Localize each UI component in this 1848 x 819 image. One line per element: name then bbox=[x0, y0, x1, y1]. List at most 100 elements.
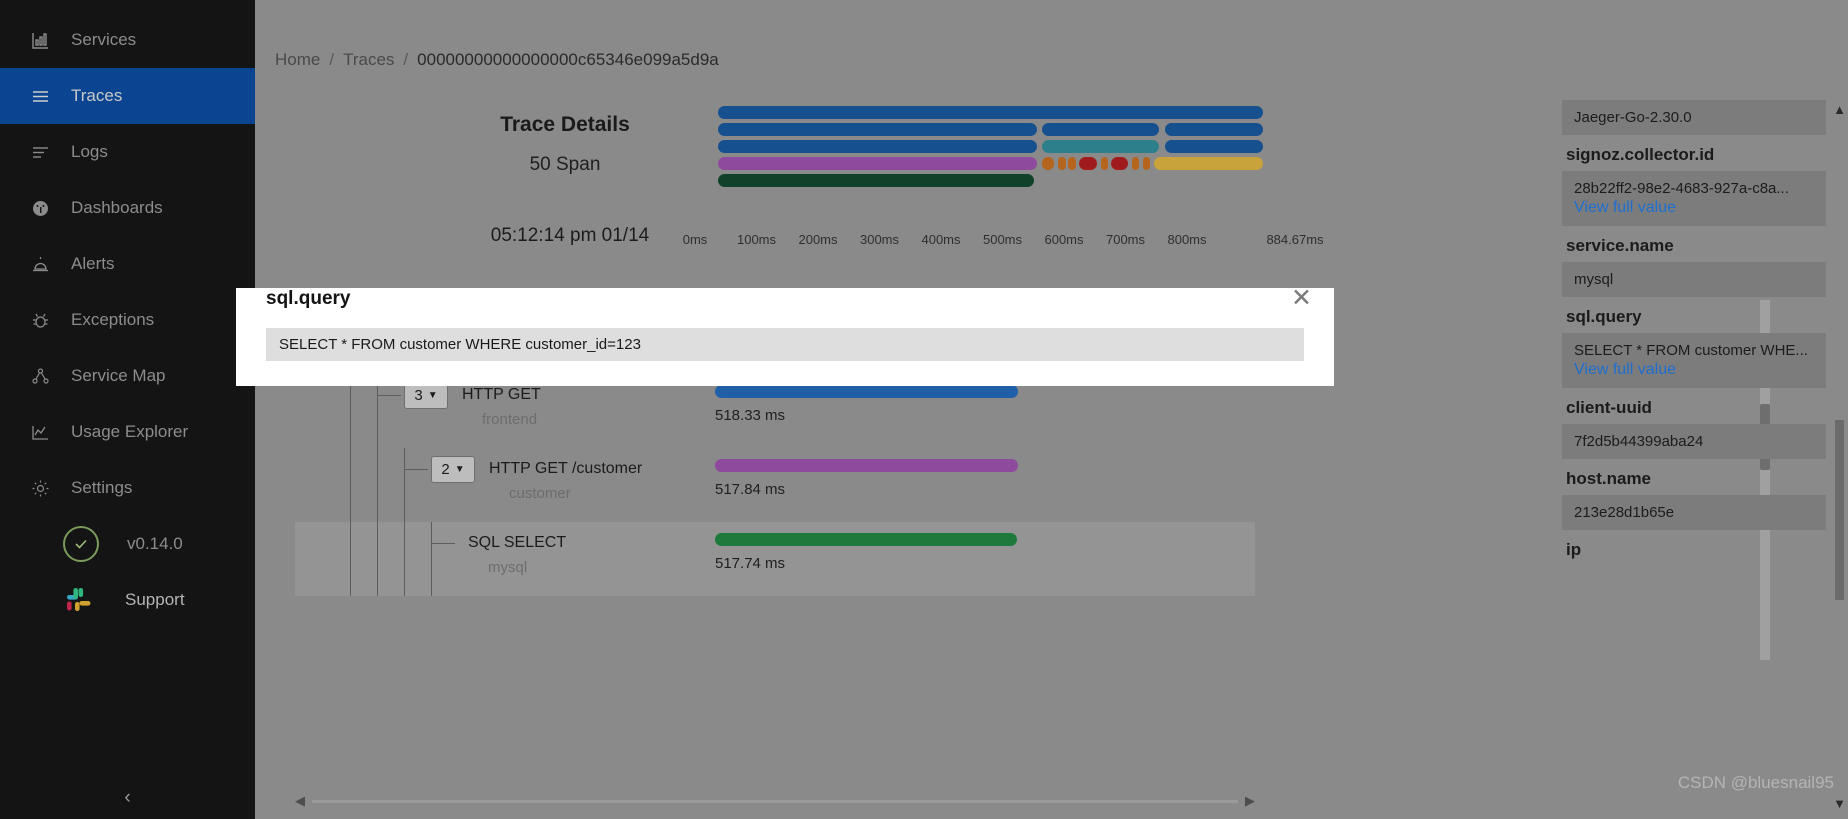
sidebar-item-usage-explorer[interactable]: Usage Explorer bbox=[0, 404, 255, 460]
span-duration-label: 517.84 ms bbox=[715, 481, 786, 498]
line-chart-icon bbox=[31, 423, 50, 442]
axis-tick-label: 300ms bbox=[859, 232, 900, 247]
gauge-icon bbox=[31, 199, 50, 218]
sidebar-item-label: Services bbox=[71, 30, 137, 49]
tree-connector bbox=[377, 522, 378, 596]
breadcrumb-trace-id: 00000000000000000c65346e099a5d9a bbox=[417, 50, 719, 69]
axis-tick-label: 884.67ms bbox=[1266, 232, 1324, 247]
view-full-value-link[interactable]: View full value bbox=[1574, 197, 1814, 217]
sidebar-item-logs[interactable]: Logs bbox=[0, 124, 255, 180]
attribute-value: 213e28d1b65e bbox=[1562, 495, 1826, 530]
scroll-right-arrow-icon[interactable]: ▶ bbox=[1245, 793, 1255, 809]
sidebar-item-services[interactable]: Services bbox=[0, 12, 255, 68]
version-label: v0.14.0 bbox=[127, 534, 183, 553]
sidebar: Services Traces Logs Dashboards Alerts E… bbox=[0, 0, 255, 819]
tree-connector bbox=[404, 522, 405, 596]
span-operation-name: SQL SELECT bbox=[468, 534, 567, 551]
minimap-row bbox=[718, 140, 1263, 153]
page-title: Trace Details bbox=[500, 113, 630, 136]
span-list-horizontal-scrollbar[interactable]: ◀ ▶ bbox=[295, 793, 1255, 809]
minimap-segment bbox=[1110, 157, 1129, 170]
panel-scroll-up-icon[interactable]: ▲ bbox=[1833, 102, 1846, 117]
minimap-segment bbox=[1164, 140, 1263, 153]
view-full-value-link[interactable]: View full value bbox=[1574, 359, 1814, 379]
span-service-name: mysql bbox=[488, 559, 528, 576]
span-expand-toggle[interactable]: 2 ▼ bbox=[431, 456, 475, 483]
sidebar-collapse-button[interactable]: ‹ bbox=[0, 787, 255, 809]
tree-connector bbox=[431, 522, 432, 596]
span-attributes-panel: Jaeger-Go-2.30.0 signoz.collector.id 28b22… bbox=[1558, 100, 1848, 819]
minimap-segment bbox=[1079, 157, 1097, 170]
sidebar-item-label: Logs bbox=[71, 142, 108, 161]
sidebar-item-label: Usage Explorer bbox=[71, 422, 189, 441]
attribute-value-text: 213e28d1b65e bbox=[1574, 504, 1675, 521]
attribute-key: ip bbox=[1566, 540, 1582, 559]
trace-minimap[interactable] bbox=[718, 106, 1263, 191]
attribute-value: mysql bbox=[1562, 262, 1826, 297]
span-operation-name: HTTP GET bbox=[462, 386, 541, 403]
attribute-value-text: 7f2d5b44399aba24 bbox=[1574, 433, 1704, 450]
chevron-left-icon: ‹ bbox=[124, 787, 131, 808]
minimap-segment bbox=[718, 157, 1037, 170]
span-duration-bar[interactable] bbox=[715, 385, 1018, 398]
attribute-value: Jaeger-Go-2.30.0 bbox=[1562, 100, 1826, 135]
chevron-down-icon: ▼ bbox=[427, 390, 438, 401]
support-row[interactable]: Support bbox=[0, 572, 255, 628]
logs-icon bbox=[31, 143, 50, 162]
attribute-value-text: mysql bbox=[1574, 271, 1614, 288]
span-service-name: customer bbox=[509, 485, 571, 502]
sidebar-item-service-map[interactable]: Service Map bbox=[0, 348, 255, 404]
span-service-name: frontend bbox=[482, 411, 538, 428]
sidebar-item-label: Service Map bbox=[71, 366, 166, 385]
bug-icon bbox=[31, 311, 50, 330]
sidebar-item-alerts[interactable]: Alerts bbox=[0, 236, 255, 292]
minimap-segment bbox=[718, 106, 1263, 119]
bar-chart-icon bbox=[31, 31, 50, 50]
timeline-axis: 0ms 100ms 200ms 300ms 400ms 500ms 600ms 700ms 80… bbox=[683, 232, 1324, 252]
span-row[interactable]: 2 ▼ HTTP GET /customer customer 517.84 ms bbox=[295, 448, 1255, 522]
minimap-segment bbox=[718, 140, 1037, 153]
minimap-segment bbox=[718, 174, 1035, 187]
attribute-key: client-uuid bbox=[1566, 398, 1652, 417]
attribute-value: SELECT * FROM customer WHE... View full v… bbox=[1562, 333, 1826, 388]
sidebar-item-exceptions[interactable]: Exceptions bbox=[0, 292, 255, 348]
span-duration-bar[interactable] bbox=[715, 459, 1018, 472]
attribute-value-text: 28b22ff2-98e2-4683-927a-c8a... bbox=[1574, 180, 1789, 197]
span-expand-toggle[interactable]: 3 ▼ bbox=[404, 382, 448, 409]
axis-tick-label: 100ms bbox=[736, 232, 777, 247]
menu-lines-icon bbox=[31, 87, 50, 106]
span-duration-label: 517.74 ms bbox=[715, 555, 786, 572]
attribute-key: host.name bbox=[1566, 469, 1652, 488]
breadcrumb-home[interactable]: Home bbox=[275, 50, 320, 70]
close-icon[interactable]: ✕ bbox=[1291, 286, 1312, 311]
axis-tick-label: 400ms bbox=[921, 232, 961, 247]
support-label: Support bbox=[125, 590, 185, 609]
sidebar-item-label: Traces bbox=[71, 86, 123, 105]
sidebar-item-dashboards[interactable]: Dashboards bbox=[0, 180, 255, 236]
main-content: Home / Traces / 00000000000000000c65346e… bbox=[255, 0, 1848, 819]
span-row[interactable]: SQL SELECT mysql 517.74 ms bbox=[295, 522, 1255, 596]
panel-scroll-thumb[interactable] bbox=[1835, 420, 1844, 600]
minimap-row bbox=[718, 174, 1263, 187]
breadcrumb-traces[interactable]: Traces bbox=[343, 50, 394, 70]
minimap-segment bbox=[1042, 140, 1160, 153]
tree-connector bbox=[377, 448, 378, 522]
tree-connector bbox=[350, 522, 351, 596]
span-duration-bar[interactable] bbox=[715, 533, 1017, 546]
modal-value-text: SELECT * FROM customer WHERE customer_id… bbox=[266, 328, 1304, 361]
panel-scroll-down-icon[interactable]: ▼ bbox=[1833, 796, 1846, 811]
sidebar-item-traces[interactable]: Traces bbox=[0, 68, 255, 124]
minimap-row bbox=[718, 157, 1263, 170]
minimap-row bbox=[718, 106, 1263, 119]
minimap-segment bbox=[718, 123, 1037, 136]
minimap-row bbox=[718, 123, 1263, 136]
tree-connector bbox=[404, 469, 428, 470]
span-operation-name: HTTP GET /customer bbox=[489, 460, 643, 477]
attribute-value: 7f2d5b44399aba24 bbox=[1562, 424, 1826, 459]
slack-icon bbox=[63, 583, 97, 617]
scroll-bar-track[interactable] bbox=[312, 799, 1238, 803]
minimap-segment bbox=[1154, 157, 1263, 170]
scroll-left-arrow-icon[interactable]: ◀ bbox=[295, 793, 305, 809]
sidebar-item-settings[interactable]: Settings bbox=[0, 460, 255, 516]
app-root: Services Traces Logs Dashboards Alerts E… bbox=[0, 0, 1848, 819]
